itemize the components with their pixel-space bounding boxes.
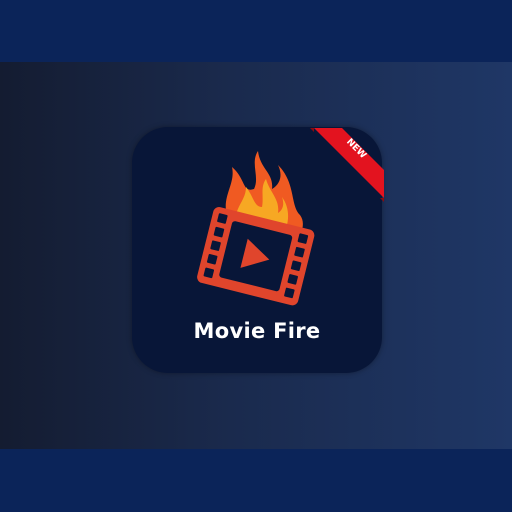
bottom-band: [0, 449, 512, 512]
app-name: Movie Fire: [193, 319, 321, 343]
new-badge: NEW: [300, 122, 390, 212]
top-band: [0, 0, 512, 62]
promo-graphic: Movie Fire NEW: [0, 0, 512, 512]
